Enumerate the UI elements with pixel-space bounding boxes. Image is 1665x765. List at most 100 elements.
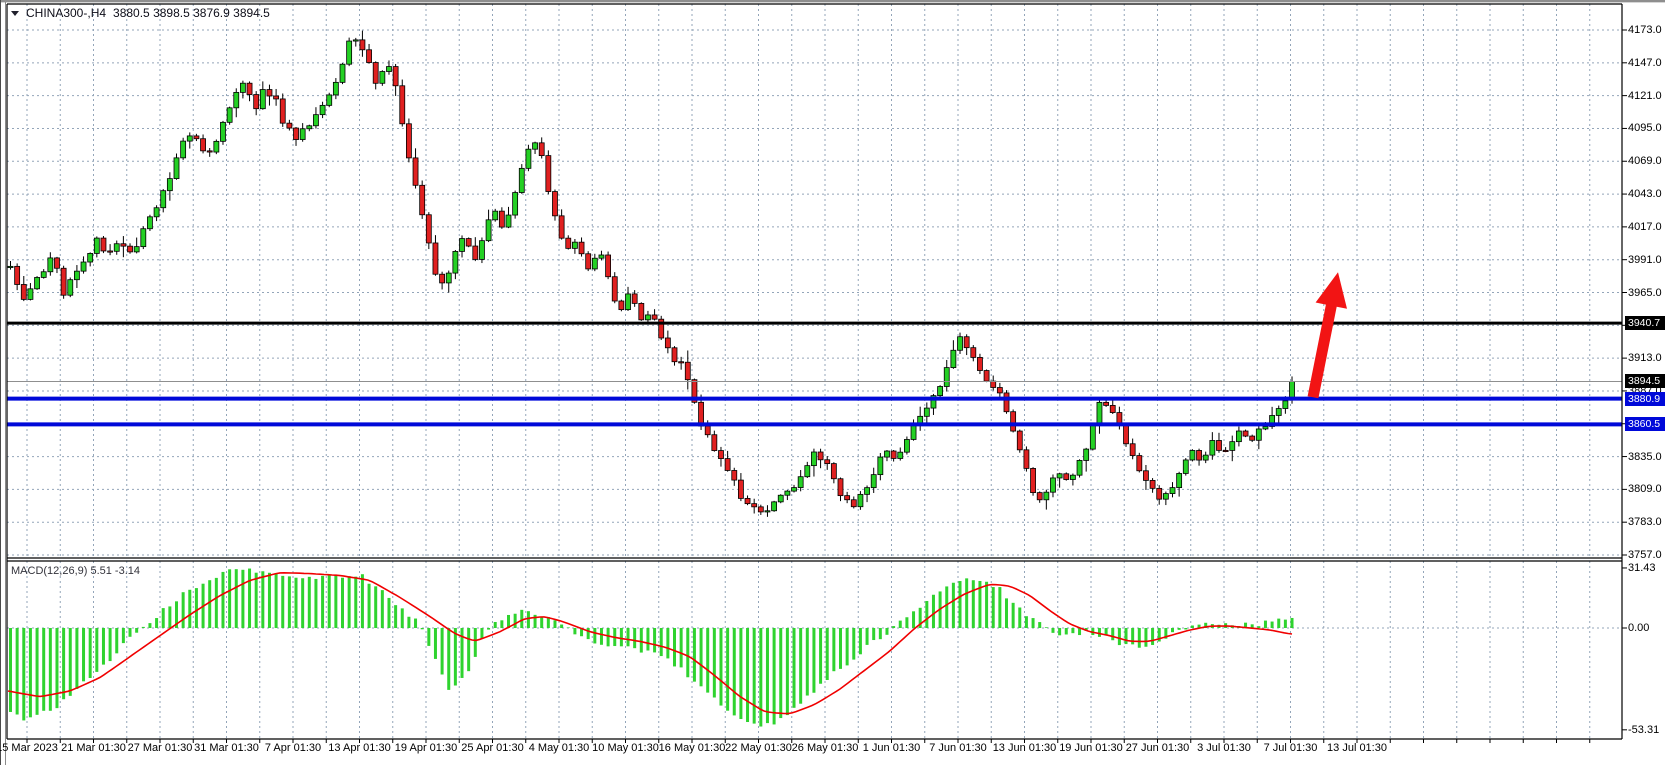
candle[interactable] xyxy=(240,83,245,92)
candle[interactable] xyxy=(785,491,790,495)
candle[interactable] xyxy=(1077,460,1082,475)
candle[interactable] xyxy=(287,123,292,128)
candle[interactable] xyxy=(559,216,564,238)
candle[interactable] xyxy=(725,459,730,471)
candle[interactable] xyxy=(639,303,644,319)
candle[interactable] xyxy=(1044,492,1049,500)
candle[interactable] xyxy=(546,156,551,192)
candle[interactable] xyxy=(473,246,478,259)
candle[interactable] xyxy=(825,460,830,464)
candle[interactable] xyxy=(440,274,445,283)
candle[interactable] xyxy=(234,92,239,107)
candle[interactable] xyxy=(1097,402,1102,424)
candle[interactable] xyxy=(712,435,717,451)
candle[interactable] xyxy=(1183,460,1188,474)
candle[interactable] xyxy=(460,239,465,252)
candle[interactable] xyxy=(526,149,531,168)
candle[interactable] xyxy=(738,480,743,498)
candle[interactable] xyxy=(685,362,690,379)
candle[interactable] xyxy=(539,143,544,156)
candle[interactable] xyxy=(247,83,252,94)
candle[interactable] xyxy=(121,244,126,246)
candle[interactable] xyxy=(1084,449,1089,460)
candle[interactable] xyxy=(1031,468,1036,492)
candle[interactable] xyxy=(373,63,378,84)
candle[interactable] xyxy=(1130,444,1135,456)
candle[interactable] xyxy=(997,387,1002,392)
candle[interactable] xyxy=(114,244,119,252)
candle[interactable] xyxy=(327,95,332,105)
candle[interactable] xyxy=(433,243,438,274)
candle[interactable] xyxy=(393,67,398,86)
candle[interactable] xyxy=(1223,450,1228,451)
candle[interactable] xyxy=(732,470,737,480)
candle[interactable] xyxy=(360,40,365,50)
candle[interactable] xyxy=(951,350,956,367)
candle[interactable] xyxy=(280,99,285,123)
candle[interactable] xyxy=(101,238,106,251)
candle[interactable] xyxy=(552,192,557,216)
candle[interactable] xyxy=(1283,401,1288,409)
candle[interactable] xyxy=(865,488,870,495)
candle[interactable] xyxy=(765,511,770,512)
candle[interactable] xyxy=(367,50,372,63)
candle[interactable] xyxy=(499,211,504,227)
candle[interactable] xyxy=(745,498,750,503)
candle[interactable] xyxy=(964,337,969,348)
candle[interactable] xyxy=(413,158,418,185)
candle[interactable] xyxy=(486,220,491,241)
candle[interactable] xyxy=(1124,425,1129,444)
candle[interactable] xyxy=(831,464,836,479)
candle[interactable] xyxy=(718,451,723,459)
candle[interactable] xyxy=(838,479,843,496)
candle[interactable] xyxy=(1137,456,1142,471)
candle[interactable] xyxy=(971,348,976,358)
candle[interactable] xyxy=(28,289,33,300)
chevron-down-icon[interactable] xyxy=(11,11,19,16)
candle[interactable] xyxy=(207,151,212,152)
candle[interactable] xyxy=(167,179,172,191)
candle[interactable] xyxy=(307,126,312,129)
candle[interactable] xyxy=(579,242,584,254)
candle[interactable] xyxy=(1050,478,1055,492)
candle[interactable] xyxy=(128,246,133,252)
candle[interactable] xyxy=(254,95,259,109)
candle[interactable] xyxy=(187,136,192,141)
candle[interactable] xyxy=(1024,450,1029,469)
candle[interactable] xyxy=(48,258,53,272)
candle[interactable] xyxy=(891,451,896,458)
candle[interactable] xyxy=(134,247,139,252)
candle[interactable] xyxy=(1263,426,1268,428)
candle[interactable] xyxy=(1104,402,1109,405)
candle[interactable] xyxy=(174,158,179,179)
candle[interactable] xyxy=(1236,431,1241,442)
candle[interactable] xyxy=(1250,436,1255,440)
candle[interactable] xyxy=(35,277,40,288)
candle[interactable] xyxy=(493,211,498,220)
candle[interactable] xyxy=(858,494,863,506)
candle[interactable] xyxy=(752,504,757,507)
candle[interactable] xyxy=(54,258,59,268)
candle[interactable] xyxy=(811,452,816,466)
candle[interactable] xyxy=(347,41,352,64)
candle[interactable] xyxy=(74,271,79,280)
candle[interactable] xyxy=(984,371,989,382)
candle[interactable] xyxy=(904,439,909,452)
candle[interactable] xyxy=(267,90,272,96)
candle[interactable] xyxy=(533,143,538,149)
candle[interactable] xyxy=(333,82,338,95)
candle[interactable] xyxy=(652,315,657,319)
candle[interactable] xyxy=(15,266,20,284)
candle[interactable] xyxy=(619,301,624,310)
candle[interactable] xyxy=(991,381,996,387)
candle[interactable] xyxy=(599,255,604,258)
candle[interactable] xyxy=(300,129,305,140)
candle[interactable] xyxy=(400,86,405,124)
candle[interactable] xyxy=(161,191,166,208)
candle[interactable] xyxy=(805,466,810,477)
candle[interactable] xyxy=(380,72,385,84)
candle[interactable] xyxy=(778,495,783,502)
candle[interactable] xyxy=(1163,494,1168,500)
candle[interactable] xyxy=(274,96,279,99)
candle[interactable] xyxy=(911,425,916,440)
